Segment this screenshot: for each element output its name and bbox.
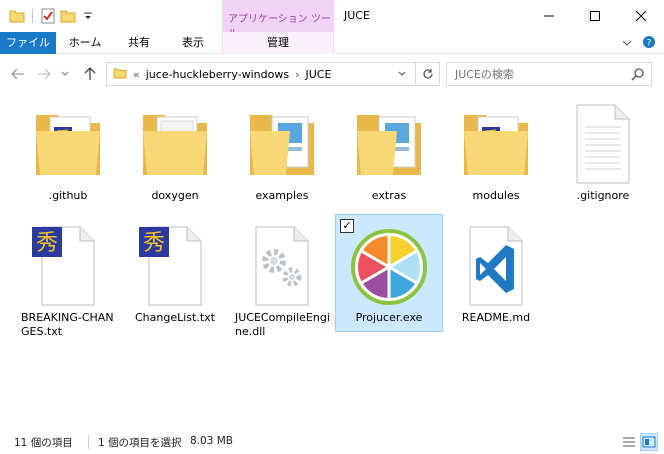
search-box: [446, 62, 652, 86]
hidemaru-file-icon: 秀: [139, 226, 202, 306]
customize-qat-icon[interactable]: [79, 6, 97, 26]
close-button[interactable]: [618, 0, 664, 32]
search-icon[interactable]: [631, 67, 645, 81]
status-item-count: 11 個の項目: [14, 437, 73, 449]
file-name: extras: [371, 189, 407, 202]
folder-icon: 秀: [464, 115, 528, 175]
file-name: examples: [255, 189, 309, 202]
folder-icon: 秀: [36, 115, 100, 175]
maximize-button[interactable]: [572, 0, 618, 32]
file-name: JUCECompileEngine.dll: [235, 311, 330, 338]
minimize-button[interactable]: [526, 0, 572, 32]
file-name: README.md: [461, 311, 531, 324]
vscode-file-icon: [469, 226, 523, 306]
folder-icon: [143, 115, 207, 175]
address-folder-icon: [113, 67, 127, 82]
navigation-bar: « juce-huckleberry-windows › JUCE: [0, 60, 664, 88]
folder-app-icon[interactable]: [8, 6, 26, 26]
ribbon-controls: ?: [622, 35, 656, 52]
svg-text:秀: 秀: [36, 231, 58, 256]
breadcrumb-item-juce-huckleberry-windows[interactable]: juce-huckleberry-windows: [146, 68, 289, 81]
file-item-jucecompileengine[interactable]: JUCECompileEngine.dll: [228, 214, 336, 338]
new-folder-icon[interactable]: [59, 6, 77, 26]
breadcrumb-overflow[interactable]: «: [133, 68, 140, 81]
view-switcher: [620, 433, 658, 451]
file-item-extras[interactable]: extras: [335, 92, 443, 210]
file-item-breaking-changes[interactable]: 秀 BREAKING-CHANGES.txt: [14, 214, 122, 338]
forward-arrow-icon[interactable]: [34, 64, 54, 84]
address-dropdown-icon[interactable]: [393, 63, 411, 85]
file-item-changelist[interactable]: 秀 ChangeList.txt: [121, 214, 229, 332]
svg-text:秀: 秀: [143, 231, 165, 256]
hidemaru-file-icon: 秀: [32, 226, 95, 306]
context-tab-group: アプリケーション ツール: [222, 0, 334, 40]
dll-file-icon: [255, 226, 309, 306]
status-bar: 11 個の項目 1 個の項目を選択 8.03 MB: [0, 430, 664, 454]
tab-share[interactable]: 共有: [114, 32, 164, 54]
file-name: Projucer.exe: [355, 311, 423, 324]
file-item-github[interactable]: 秀 .github: [14, 92, 122, 210]
folder-icon: [357, 115, 421, 175]
file-item-doxygen[interactable]: doxygen: [121, 92, 229, 210]
details-view-icon[interactable]: [620, 433, 638, 451]
properties-icon[interactable]: [39, 6, 57, 26]
breadcrumb-item-juce[interactable]: JUCE: [306, 68, 332, 81]
file-name: .github: [48, 189, 88, 202]
breadcrumb: « juce-huckleberry-windows › JUCE: [113, 63, 331, 85]
folder-icon: [250, 115, 314, 175]
address-bar[interactable]: « juce-huckleberry-windows › JUCE: [106, 62, 440, 86]
file-item-projucer[interactable]: ✓ Projucer.exe: [335, 214, 443, 332]
recent-locations-chevron-icon[interactable]: [58, 64, 72, 84]
window-title: JUCE: [344, 9, 370, 22]
large-icons-view-icon[interactable]: [640, 433, 658, 451]
tab-file[interactable]: ファイル: [0, 32, 56, 54]
up-arrow-icon[interactable]: [80, 64, 100, 84]
status-selection: 1 個の項目を選択: [98, 437, 182, 449]
file-item-gitignore[interactable]: .gitignore: [549, 92, 657, 210]
expand-ribbon-icon[interactable]: [622, 37, 632, 50]
text-file-icon: [576, 104, 630, 184]
file-item-examples[interactable]: examples: [228, 92, 336, 210]
file-name: .gitignore: [576, 189, 630, 202]
title-bar: アプリケーション ツール JUCE: [0, 0, 664, 40]
status-size: 8.03 MB: [190, 435, 233, 447]
help-icon[interactable]: ?: [642, 35, 656, 52]
ribbon-tab-bar: ファイル ホーム 共有 表示 管理 ?: [0, 32, 664, 54]
file-name: doxygen: [151, 189, 199, 202]
tab-home[interactable]: ホーム: [60, 32, 110, 54]
file-list-view: 秀 .github doxygen examples: [0, 92, 664, 424]
file-name: BREAKING-CHANGES.txt: [21, 311, 114, 338]
svg-text:?: ?: [647, 39, 652, 49]
refresh-icon[interactable]: [415, 63, 439, 85]
tab-manage[interactable]: 管理: [222, 32, 334, 54]
file-name: ChangeList.txt: [135, 311, 215, 324]
file-item-readme[interactable]: README.md: [442, 214, 550, 332]
search-input[interactable]: [447, 63, 627, 85]
tab-view[interactable]: 表示: [168, 32, 218, 54]
projucer-app-icon: [351, 229, 427, 305]
qat-separator: [32, 9, 33, 23]
back-arrow-icon[interactable]: [8, 64, 28, 84]
quick-access-toolbar: [8, 6, 97, 26]
file-item-modules[interactable]: 秀 modules: [442, 92, 550, 210]
file-name: modules: [472, 189, 520, 202]
status-separator: [88, 435, 89, 449]
breadcrumb-separator-icon[interactable]: ›: [295, 68, 299, 81]
